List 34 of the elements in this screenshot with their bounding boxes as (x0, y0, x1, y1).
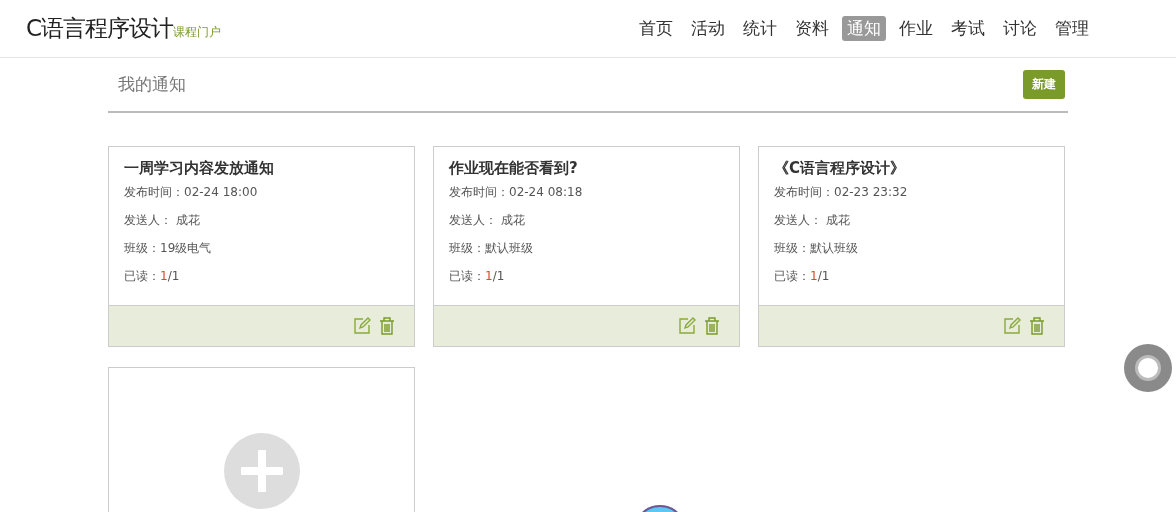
course-portal-label: 课程门户 (173, 25, 222, 41)
section-title: 我的通知 (118, 73, 186, 96)
class-name: 班级：19级电气 (124, 240, 213, 257)
course-title: C语言程序设计 (26, 14, 174, 43)
edit-icon[interactable] (1003, 317, 1021, 335)
nav-tab[interactable]: 考试 (946, 16, 990, 41)
add-icon[interactable] (223, 433, 300, 509)
nav-tab[interactable]: 管理 (1050, 16, 1094, 41)
class-name: 班级：默认班级 (774, 240, 859, 257)
sender: 发送人： 成花 (124, 212, 201, 229)
notice-title[interactable]: 一周学习内容发放通知 (124, 159, 399, 178)
sender: 发送人： 成花 (774, 212, 851, 229)
nav-tab[interactable]: 统计 (738, 16, 782, 41)
nav-tab[interactable]: 首页 (634, 16, 678, 41)
nav-tab[interactable]: 资料 (790, 16, 834, 41)
edit-icon[interactable] (353, 317, 371, 335)
class-name: 班级：默认班级 (449, 240, 534, 257)
read-count: 已读：1/1 (124, 268, 181, 285)
trash-icon[interactable] (379, 317, 395, 335)
edit-icon[interactable] (678, 317, 696, 335)
floating-button[interactable] (1124, 344, 1172, 392)
trash-icon[interactable] (1029, 317, 1045, 335)
publish-time: 发布时间：02-24 18:00 (124, 184, 259, 201)
publish-time: 发布时间：02-24 08:18 (449, 184, 584, 201)
notice-title[interactable]: 作业现在能否看到? (449, 159, 724, 178)
nav-tab[interactable]: 讨论 (998, 16, 1042, 41)
nav-tab[interactable]: 活动 (686, 16, 730, 41)
trash-icon[interactable] (704, 317, 720, 335)
nav-tab[interactable]: 作业 (894, 16, 938, 41)
read-count: 已读：1/1 (449, 268, 506, 285)
notice-title[interactable]: 《C语言程序设计》 (774, 159, 1049, 178)
publish-time: 发布时间：02-23 23:32 (774, 184, 909, 201)
read-count: 已读：1/1 (774, 268, 831, 285)
sender: 发送人： 成花 (449, 212, 526, 229)
